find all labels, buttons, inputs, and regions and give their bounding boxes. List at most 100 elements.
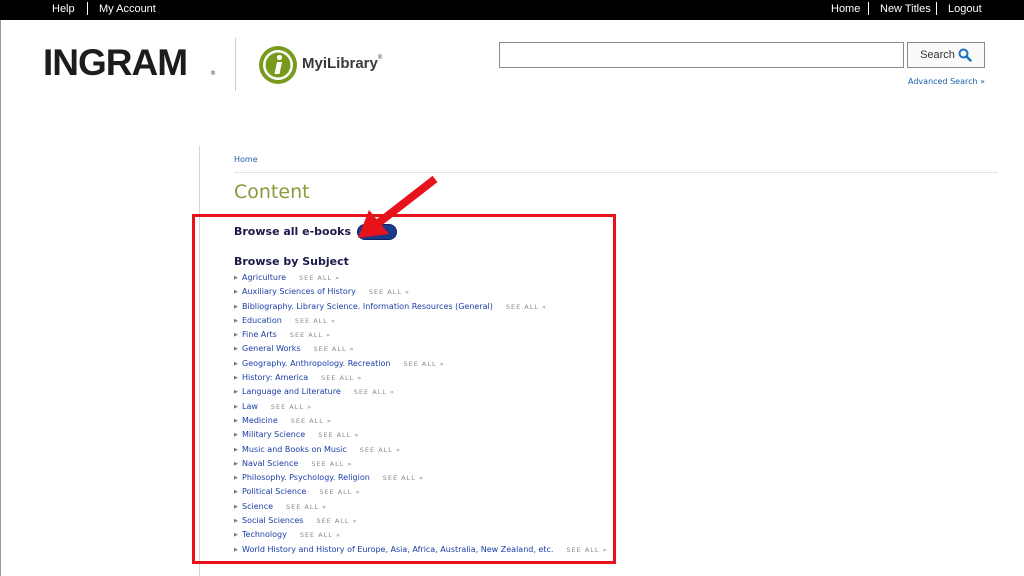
help-link[interactable]: Help [52, 3, 75, 15]
see-all-link[interactable]: SEE ALL » [314, 345, 355, 353]
triangle-bullet-icon: ▶ [234, 332, 238, 339]
list-item: ▶ Language and Literature SEE ALL » [234, 385, 608, 399]
see-all-link[interactable]: SEE ALL » [360, 446, 401, 454]
triangle-bullet-icon: ▶ [234, 489, 238, 496]
triangle-bullet-icon: ▶ [234, 289, 238, 296]
page-title: Content [234, 181, 310, 203]
list-item: ▶ Naval Science SEE ALL » [234, 457, 608, 471]
subject-link[interactable]: Science [242, 502, 273, 511]
list-item: ▶ Social Sciences SEE ALL » [234, 514, 608, 528]
subject-link[interactable]: Medicine [242, 416, 278, 425]
see-all-link[interactable]: SEE ALL » [300, 531, 341, 539]
see-all-link[interactable]: SEE ALL » [299, 274, 340, 282]
see-all-link[interactable]: SEE ALL » [506, 303, 547, 311]
logo-divider [235, 38, 236, 91]
search-input[interactable] [499, 42, 904, 68]
see-all-link[interactable]: SEE ALL » [354, 388, 395, 396]
subject-link[interactable]: Philosophy. Psychology. Religion [242, 473, 370, 482]
list-item: ▶ Science SEE ALL » [234, 500, 608, 514]
subject-link[interactable]: History: America [242, 373, 308, 382]
browse-all-button[interactable] [357, 224, 397, 240]
list-item: ▶ Fine Arts SEE ALL » [234, 328, 608, 342]
triangle-bullet-icon: ▶ [234, 503, 238, 510]
see-all-link[interactable]: SEE ALL » [383, 474, 424, 482]
see-all-link[interactable]: SEE ALL » [290, 331, 331, 339]
triangle-bullet-icon: ▶ [234, 389, 238, 396]
subject-link[interactable]: Education [242, 316, 282, 325]
subject-link[interactable]: Military Science [242, 430, 305, 439]
nav-separator [936, 2, 937, 15]
see-all-link[interactable]: SEE ALL » [311, 460, 352, 468]
triangle-bullet-icon: ▶ [234, 460, 238, 467]
triangle-bullet-icon: ▶ [234, 546, 238, 553]
triangle-bullet-icon: ▶ [234, 360, 238, 367]
list-item: ▶ Medicine SEE ALL » [234, 414, 608, 428]
see-all-link[interactable]: SEE ALL » [321, 374, 362, 382]
see-all-link[interactable]: SEE ALL » [295, 317, 336, 325]
browse-all-ebooks-link[interactable]: Browse all e-books [234, 225, 351, 238]
new-titles-link[interactable]: New Titles [880, 3, 931, 15]
list-item: ▶ Bibliography. Library Science. Informat… [234, 300, 608, 314]
see-all-link[interactable]: SEE ALL » [271, 403, 312, 411]
subject-link[interactable]: Naval Science [242, 459, 298, 468]
list-item: ▶ General Works SEE ALL » [234, 342, 608, 356]
subject-link[interactable]: Geography. Anthropology. Recreation [242, 359, 391, 368]
see-all-link[interactable]: SEE ALL » [319, 488, 360, 496]
subject-link[interactable]: Auxiliary Sciences of History [242, 287, 356, 296]
subject-link[interactable]: Social Sciences [242, 516, 303, 525]
subject-link[interactable]: Fine Arts [242, 330, 277, 339]
triangle-bullet-icon: ▶ [234, 432, 238, 439]
see-all-link[interactable]: SEE ALL » [316, 517, 357, 525]
triangle-bullet-icon: ▶ [234, 375, 238, 382]
subject-link[interactable]: General Works [242, 344, 301, 353]
breadcrumb-divider [234, 172, 998, 173]
logout-link[interactable]: Logout [948, 3, 982, 15]
see-all-link[interactable]: SEE ALL » [286, 503, 327, 511]
see-all-link[interactable]: SEE ALL » [404, 360, 445, 368]
registered-mark: ® [210, 70, 216, 77]
ingram-logo[interactable]: INGRAM [43, 44, 188, 81]
list-item: ▶ History: America SEE ALL » [234, 371, 608, 385]
advanced-search-link[interactable]: Advanced Search » [908, 77, 985, 86]
see-all-link[interactable]: SEE ALL » [291, 417, 332, 425]
myilibrary-wordmark: MyiLibrary® [302, 55, 382, 72]
subject-link[interactable]: Language and Literature [242, 387, 341, 396]
triangle-bullet-icon: ▶ [234, 446, 238, 453]
list-item: ▶ Technology SEE ALL » [234, 528, 608, 542]
triangle-bullet-icon: ▶ [234, 532, 238, 539]
trademark: ® [377, 55, 383, 61]
triangle-bullet-icon: ▶ [234, 518, 238, 525]
triangle-bullet-icon: ▶ [234, 317, 238, 324]
nav-separator [87, 2, 88, 15]
subject-link[interactable]: World History and History of Europe, Asi… [242, 545, 553, 554]
see-all-link[interactable]: SEE ALL » [318, 431, 359, 439]
subject-link[interactable]: Law [242, 402, 258, 411]
subject-link[interactable]: Technology [242, 530, 287, 539]
list-item: ▶ Education SEE ALL » [234, 314, 608, 328]
top-nav-bar: Help My Account Home New Titles Logout [0, 0, 1024, 20]
my-account-link[interactable]: My Account [99, 3, 156, 15]
triangle-bullet-icon: ▶ [234, 303, 238, 310]
list-item: ▶ Philosophy. Psychology. Religion SEE ALL… [234, 471, 608, 485]
content-left-rule [199, 146, 200, 576]
list-item: ▶ Law SEE ALL » [234, 400, 608, 414]
myilibrary-logo-icon[interactable] [258, 45, 298, 85]
see-all-link[interactable]: SEE ALL » [566, 546, 607, 554]
subject-link[interactable]: Bibliography. Library Science. Informati… [242, 302, 493, 311]
list-item: ▶ Military Science SEE ALL » [234, 428, 608, 442]
home-link[interactable]: Home [831, 3, 860, 15]
breadcrumb-home[interactable]: Home [234, 155, 258, 164]
see-all-link[interactable]: SEE ALL » [369, 288, 410, 296]
list-item: ▶ Agriculture SEE ALL » [234, 271, 608, 285]
search-button[interactable]: Search [907, 42, 985, 68]
subject-link[interactable]: Music and Books on Music [242, 445, 347, 454]
page-left-border [0, 20, 1, 576]
browse-by-subject-heading: Browse by Subject [234, 255, 349, 268]
triangle-bullet-icon: ▶ [234, 403, 238, 410]
search-button-label: Search [920, 49, 955, 61]
subject-link[interactable]: Political Science [242, 487, 306, 496]
subject-link[interactable]: Agriculture [242, 273, 286, 282]
triangle-bullet-icon: ▶ [234, 346, 238, 353]
triangle-bullet-icon: ▶ [234, 475, 238, 482]
list-item: ▶ Geography. Anthropology. Recreation SEE … [234, 357, 608, 371]
